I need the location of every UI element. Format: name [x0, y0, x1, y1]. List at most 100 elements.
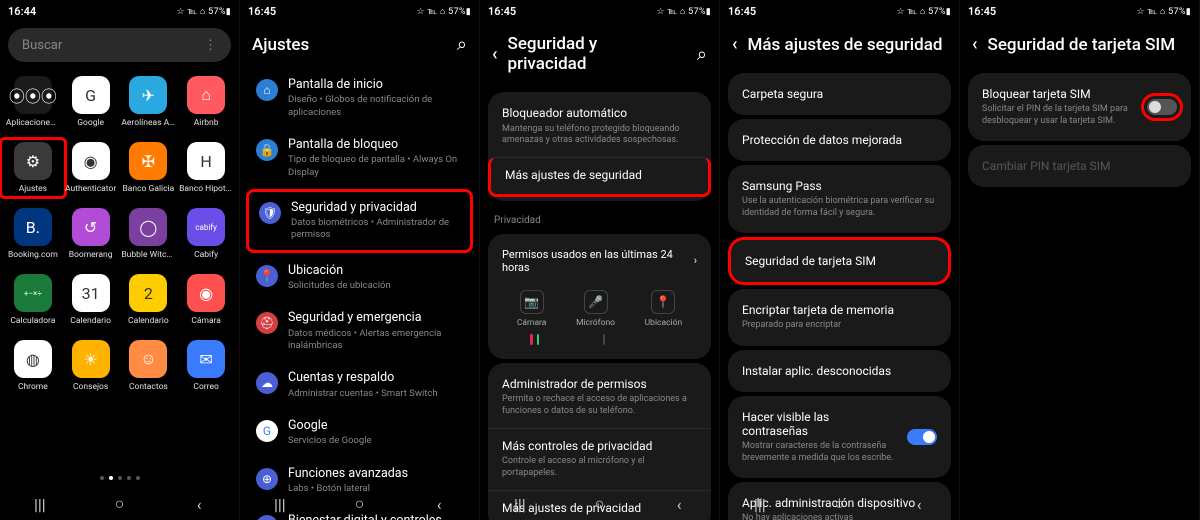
- app-banco-hipotec-[interactable]: HBanco Hipotec..: [177, 142, 235, 194]
- search-icon[interactable]: [457, 34, 467, 55]
- perm-label: Cámara: [517, 318, 547, 328]
- app-label: Calendario: [128, 316, 169, 326]
- status-bar: 16:45 ☆ ℡ ⌂ 57%▮: [960, 0, 1199, 22]
- item-title: Instalar aplic. desconocidas: [742, 364, 937, 378]
- toggle[interactable]: [907, 429, 937, 445]
- app-contactos[interactable]: ☺Contactos: [120, 340, 178, 392]
- item-samsung-pass[interactable]: Samsung PassUse la autenticación biométr…: [728, 165, 951, 233]
- back-button[interactable]: ‹: [430, 495, 448, 513]
- app-aplicaciones-d-[interactable]: ⦿⦿⦿Aplicaciones d..: [4, 76, 62, 128]
- settings-row-ubicaci-n[interactable]: 📍UbicaciónSolicitudes de ubicación: [246, 255, 473, 301]
- nav-bar: ||| ○ ‹: [720, 488, 959, 520]
- app-boomerang[interactable]: ↺Boomerang: [62, 208, 120, 260]
- app-consejos[interactable]: ☀Consejos: [62, 340, 120, 392]
- toggle[interactable]: [1147, 99, 1177, 115]
- recents-button[interactable]: |||: [31, 495, 49, 513]
- item-sub: Solicitar el PIN de la tarjeta SIM para …: [982, 104, 1137, 127]
- back-button[interactable]: ‹: [670, 495, 688, 513]
- clock: 16:45: [248, 5, 276, 18]
- settings-row-seguridad-y-privacidad[interactable]: 🛡Seguridad y privacidadDatos biométricos…: [246, 189, 473, 253]
- app-cabify[interactable]: cabifyCabify: [177, 208, 235, 260]
- perm-col-cámara[interactable]: 📷Cámara: [517, 290, 547, 328]
- row-title: Cuentas y respaldo: [288, 370, 463, 386]
- card-auto-blocker: Bloqueador automáticoMantenga su teléfon…: [488, 92, 711, 201]
- recents-button[interactable]: |||: [511, 495, 529, 513]
- card-item[interactable]: Más ajustes de seguridad: [488, 157, 711, 197]
- back-arrow-icon[interactable]: ‹: [972, 34, 978, 55]
- app-banco-galicia[interactable]: ✠Banco Galicia: [120, 142, 178, 194]
- app-chrome[interactable]: ◍Chrome: [4, 340, 62, 392]
- item-title: Cambiar PIN tarjeta SIM: [982, 159, 1177, 173]
- app-ajustes[interactable]: ⚙Ajustes: [0, 137, 67, 199]
- row-sub: Datos biométricos • Administrador de per…: [291, 217, 460, 242]
- row-icon: 🔒: [256, 139, 278, 161]
- app-authenticator[interactable]: ◉Authenticator: [62, 142, 120, 194]
- app-icon: B.: [14, 208, 52, 246]
- settings-row-google[interactable]: GGoogleServicios de Google: [246, 410, 473, 456]
- status-bar: 16:45 ☆ ℡ ⌂ 57%▮: [480, 0, 719, 22]
- item-cambiar-pin-tarjeta-sim: Cambiar PIN tarjeta SIM: [968, 145, 1191, 187]
- home-button[interactable]: ○: [350, 495, 368, 513]
- app-booking-com[interactable]: B.Booking.com: [4, 208, 62, 260]
- card-item[interactable]: Administrador de permisosPermita o recha…: [488, 367, 711, 428]
- card-item[interactable]: Más controles de privacidadControle el a…: [488, 428, 711, 490]
- more-icon[interactable]: ⋮: [204, 38, 217, 53]
- screen-header: ‹ Seguridad y privacidad: [480, 22, 719, 88]
- app-airbnb[interactable]: ⌂Airbnb: [177, 76, 235, 128]
- perm-label: Ubicación: [645, 318, 682, 328]
- perm-col-ubicación[interactable]: 📍Ubicación: [645, 290, 682, 328]
- card-item-sub: Controle el acceso al micrófono y el por…: [502, 456, 697, 479]
- item-hacer-visible-las-contrase-as[interactable]: Hacer visible las contraseñasMostrar car…: [728, 396, 951, 478]
- status-icons: ☆ ℡ ⌂ 57%▮: [656, 6, 711, 17]
- recents-button[interactable]: |||: [271, 495, 289, 513]
- settings-row-cuentas-y-respaldo[interactable]: ☁Cuentas y respaldoAdministrar cuentas •…: [246, 362, 473, 408]
- back-arrow-icon[interactable]: ‹: [492, 44, 498, 65]
- back-arrow-icon[interactable]: ‹: [732, 34, 738, 55]
- card-item[interactable]: Bloqueador automáticoMantenga su teléfon…: [488, 96, 711, 157]
- app-calendario[interactable]: 2Calendario: [120, 274, 178, 326]
- item-bloquear-tarjeta-sim[interactable]: Bloquear tarjeta SIMSolicitar el PIN de …: [968, 73, 1191, 141]
- app-grid: ⦿⦿⦿Aplicaciones d..GGoogle✈Aerolíneas Ar…: [0, 68, 239, 392]
- app-aerol-neas-arg-[interactable]: ✈Aerolíneas Arg..: [120, 76, 178, 128]
- app-c-mara[interactable]: ◉Cámara: [177, 274, 235, 326]
- home-button[interactable]: ○: [590, 495, 608, 513]
- status-icons: ☆ ℡ ⌂ 57%▮: [896, 6, 951, 17]
- card-item-sub: Permita o rechace el acceso de aplicacio…: [502, 394, 697, 417]
- item-encriptar-tarjeta-de-memoria[interactable]: Encriptar tarjeta de memoriaPreparado pa…: [728, 289, 951, 346]
- app-calendario[interactable]: 31Calendario: [62, 274, 120, 326]
- row-icon: G: [256, 420, 278, 442]
- search-icon[interactable]: [697, 44, 707, 65]
- app-icon: ⌂: [187, 76, 225, 114]
- settings-row-pantalla-de-inicio[interactable]: ⌂Pantalla de inicioDiseño • Globos de no…: [246, 69, 473, 127]
- item-seguridad-de-tarjeta-sim[interactable]: Seguridad de tarjeta SIM: [728, 237, 951, 285]
- recents-button[interactable]: |||: [751, 495, 769, 513]
- permissions-24h-row[interactable]: Permisos usados en las últimas 24 horas: [488, 238, 711, 284]
- item-protecci-n-de-datos-mejorada[interactable]: Protección de datos mejorada: [728, 119, 951, 161]
- page-title: Seguridad y privacidad: [508, 34, 677, 74]
- item-sub: Preparado para encriptar: [742, 320, 937, 332]
- row-title: Seguridad y privacidad: [291, 200, 460, 216]
- search-placeholder: Buscar: [22, 38, 62, 53]
- settings-row-seguridad-y-emergencia[interactable]: ⛑Seguridad y emergenciaDatos médicos • A…: [246, 302, 473, 360]
- home-button[interactable]: ○: [830, 495, 848, 513]
- card-item-title: Administrador de permisos: [502, 377, 697, 393]
- search-pill[interactable]: Buscar ⋮: [8, 28, 231, 62]
- app-correo[interactable]: ✉Correo: [177, 340, 235, 392]
- app-label: Authenticator: [65, 184, 116, 194]
- row-title: Seguridad y emergencia: [288, 310, 463, 326]
- app-label: Banco Hipotec..: [179, 184, 233, 194]
- item-carpeta-segura[interactable]: Carpeta segura: [728, 73, 951, 115]
- app-google[interactable]: GGoogle: [62, 76, 120, 128]
- item-instalar-aplic-desconocidas[interactable]: Instalar aplic. desconocidas: [728, 350, 951, 392]
- nav-bar: ||| ○ ‹: [0, 488, 239, 520]
- app-label: Chrome: [18, 382, 48, 392]
- permission-app-icons-row: [488, 330, 711, 355]
- row-sub: Datos médicos • Alertas emergencia inalá…: [288, 328, 463, 353]
- app-bubble-witch-[interactable]: ◯Bubble Witch..: [120, 208, 178, 260]
- back-button[interactable]: ‹: [190, 495, 208, 513]
- app-calculadora[interactable]: +−×÷Calculadora: [4, 274, 62, 326]
- settings-row-pantalla-de-bloqueo[interactable]: 🔒Pantalla de bloqueoTipo de bloqueo de p…: [246, 129, 473, 187]
- home-button[interactable]: ○: [110, 495, 128, 513]
- perm-col-micrófono[interactable]: 🎤Micrófono: [576, 290, 615, 328]
- back-button[interactable]: ‹: [910, 495, 928, 513]
